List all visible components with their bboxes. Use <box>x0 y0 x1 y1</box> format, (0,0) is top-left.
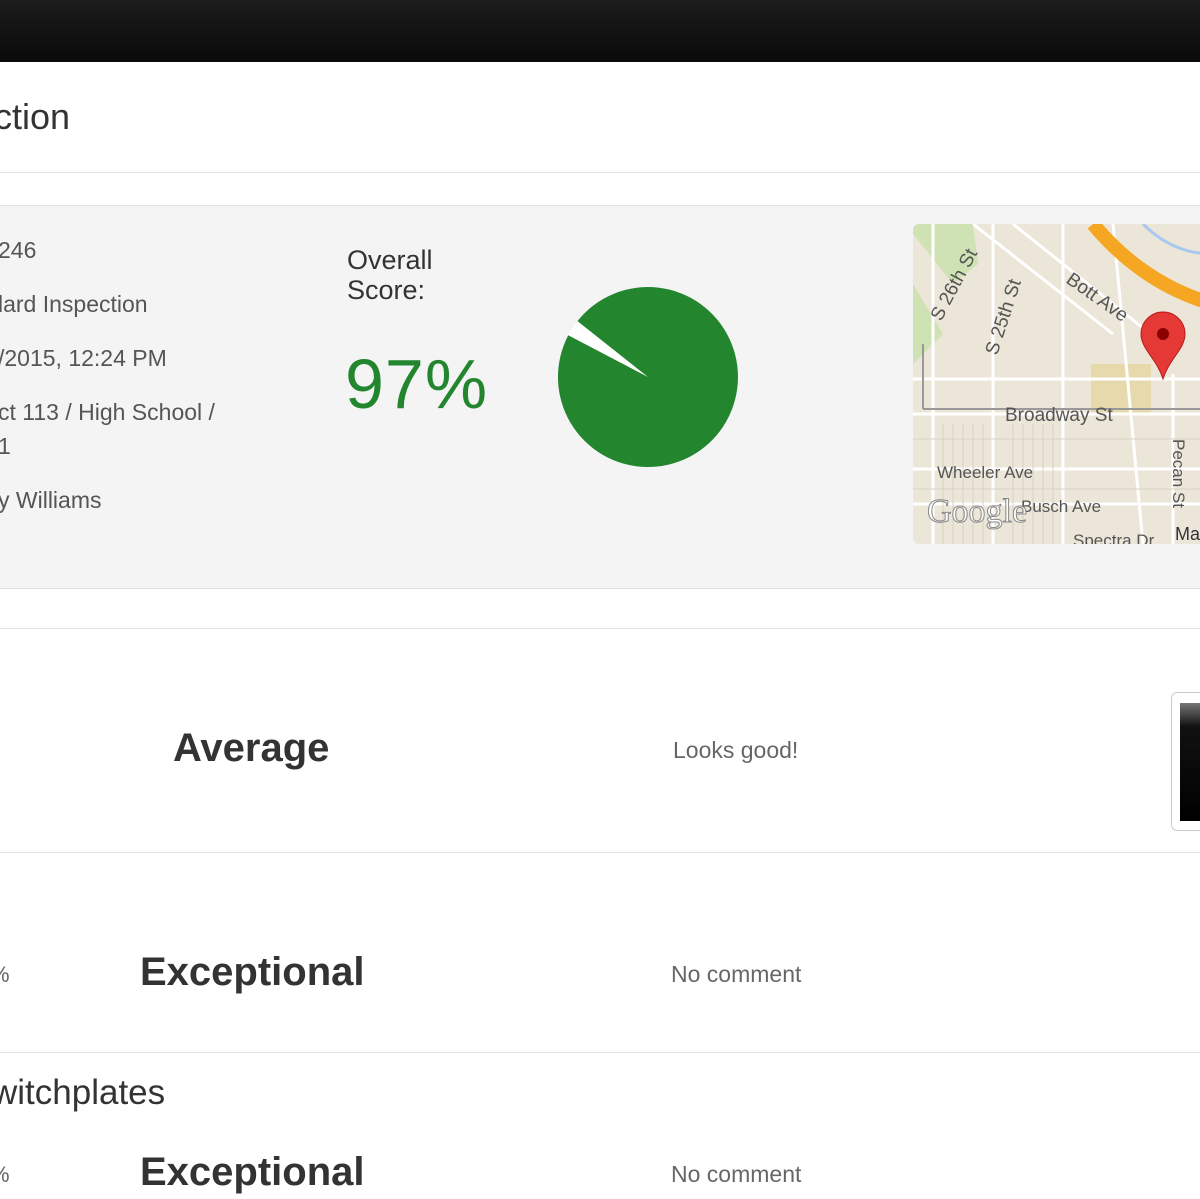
score-pie-chart <box>557 287 738 468</box>
inspection-type: lard Inspection <box>0 291 148 317</box>
divider <box>0 852 1200 853</box>
map-label-pecan: Pecan St <box>1169 439 1188 508</box>
inspection-location-line2: 1 <box>0 433 11 459</box>
row-comment: Looks good! <box>673 737 799 763</box>
inspection-id: 246 <box>0 237 37 263</box>
row-score-fragment: % <box>0 1162 10 1188</box>
map-label-wheeler: Wheeler Ave <box>937 463 1033 482</box>
map-label-busch: Busch Ave <box>1021 497 1101 516</box>
inspection-datetime: /2015, 12:24 PM <box>0 345 167 371</box>
map-label-ma: Ma <box>1175 524 1200 544</box>
inspector-name: y Williams <box>0 487 102 513</box>
section-title: witchplates <box>0 1073 166 1112</box>
divider <box>0 628 1200 629</box>
page-title: ction <box>0 96 71 137</box>
row-score-fragment: % <box>0 962 10 988</box>
photo-thumbnail-image <box>1180 703 1200 821</box>
row-comment: No comment <box>671 961 802 987</box>
location-map[interactable]: S 26th St S 25th St Bott Ave Broadway St… <box>913 224 1200 544</box>
row-rating: Average <box>173 726 330 770</box>
inspection-location: ct 113 / High School / <box>0 399 215 425</box>
score-label-line1: Overall <box>347 245 433 275</box>
divider <box>0 1052 1200 1053</box>
map-label-spectra: Spectra Dr <box>1073 531 1155 544</box>
score-label-line2: Score: <box>347 275 426 305</box>
google-logo: Google <box>927 493 1027 530</box>
pie-score-slice <box>557 287 738 468</box>
photo-thumbnail[interactable] <box>1171 692 1200 831</box>
divider <box>0 172 1200 173</box>
overall-score-label: Overall Score: <box>347 245 433 305</box>
map-label-broadway: Broadway St <box>1005 405 1113 426</box>
top-navigation-bar <box>0 0 1200 62</box>
row-rating: Exceptional <box>140 1150 365 1194</box>
row-rating: Exceptional <box>140 950 365 994</box>
row-comment: No comment <box>671 1161 802 1187</box>
overall-score-value: 97% <box>345 345 489 423</box>
